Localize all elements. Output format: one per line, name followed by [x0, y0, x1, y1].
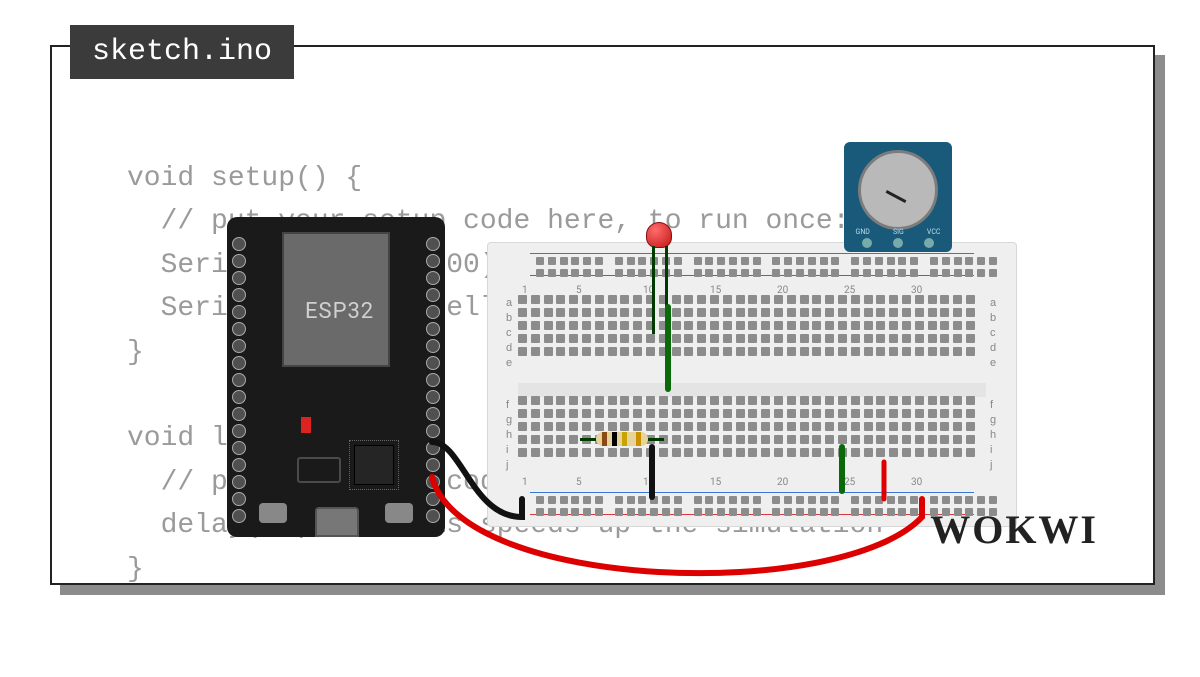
esp32-boot-button[interactable] — [259, 503, 287, 523]
resistor-body — [596, 432, 648, 446]
led-leg-cathode — [652, 246, 655, 334]
esp32-en-button[interactable] — [385, 503, 413, 523]
breadboard-top-rail — [506, 247, 998, 283]
potentiometer-knob[interactable] — [858, 150, 938, 230]
resistor-band-2 — [612, 432, 617, 446]
resistor-band-4 — [636, 432, 641, 446]
file-tab[interactable]: sketch.ino — [70, 25, 294, 79]
esp32-usb-chip — [354, 445, 394, 485]
breadboard[interactable]: aabbccddeeffgghhiijj11551010151520202525… — [487, 242, 1017, 527]
editor-card: void setup() { // put your setup code he… — [50, 45, 1155, 585]
breadboard-upper-field — [518, 295, 986, 373]
esp32-pins-right — [426, 237, 440, 526]
esp32-board[interactable]: ESP32 — [227, 217, 445, 537]
wokwi-logo: WOKWI — [930, 506, 1098, 553]
led-component[interactable] — [646, 222, 674, 262]
resistor-band-1 — [602, 432, 607, 446]
resistor-lead-right — [648, 438, 664, 441]
potentiometer-pins — [862, 238, 934, 248]
esp32-label: ESP32 — [305, 299, 374, 324]
resistor-band-3 — [622, 432, 627, 446]
resistor-component[interactable] — [582, 432, 662, 446]
potentiometer-module[interactable]: GND SIG VCC — [844, 142, 952, 252]
esp32-pins-left — [232, 237, 246, 526]
resistor-lead-left — [580, 438, 596, 441]
breadboard-center-gap — [518, 383, 986, 397]
esp32-power-led — [301, 417, 311, 433]
led-dome — [646, 222, 672, 248]
led-leg-anode — [665, 246, 668, 334]
potentiometer-pin-labels: GND SIG VCC — [844, 228, 952, 236]
breadboard-bottom-rail — [506, 486, 998, 522]
esp32-usb-port — [315, 507, 359, 537]
esp32-oscillator — [297, 457, 341, 483]
